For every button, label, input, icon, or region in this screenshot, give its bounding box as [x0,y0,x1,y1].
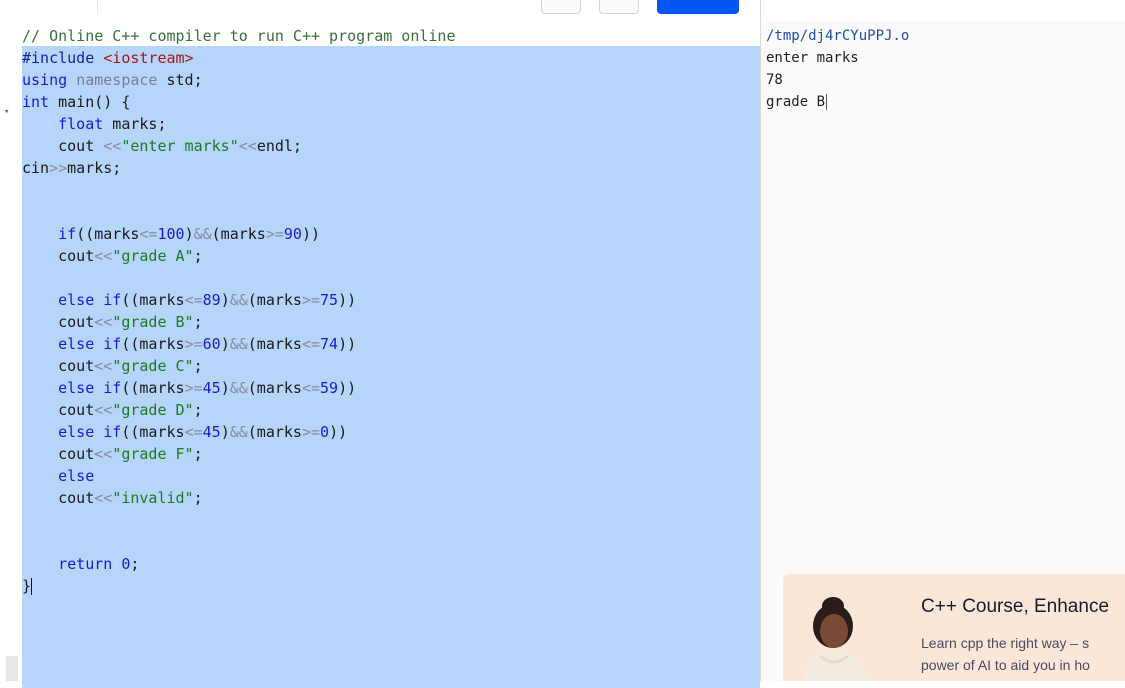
output-line: enter marks [766,50,859,66]
output-lines: /tmp/dj4rCYuPPJ.o enter marks 78 grade B [766,25,909,113]
code-line[interactable]: cout<<"grade B"; [22,311,455,333]
code-line[interactable]: cout<<"grade A"; [22,245,455,267]
output-file-path: /tmp/dj4rCYuPPJ.o [766,28,910,44]
output-line: 78 [766,72,783,88]
code-line[interactable]: cout<<"grade D"; [22,399,455,421]
code-line[interactable] [22,179,455,201]
code-line[interactable]: else if((marks>=45)&&(marks<=59)) [22,377,455,399]
code-line[interactable]: cin>>marks; [22,157,455,179]
code-line[interactable]: } [22,575,455,597]
course-ad-card[interactable]: C++ Course, Enhance Learn cpp the right … [783,574,1125,681]
code-line[interactable] [22,201,455,223]
run-button[interactable] [657,0,739,14]
code-lines[interactable]: // Online C++ compiler to run C++ progra… [22,25,455,597]
code-line[interactable]: else if((marks<=89)&&(marks>=75)) [22,289,455,311]
editor-gutter: ▾ [0,20,22,681]
ad-text-line: power of AI to aid you in ho [921,657,1090,673]
code-line[interactable]: return 0; [22,553,455,575]
code-line[interactable]: using namespace std; [22,69,455,91]
ad-description: Learn cpp the right way – s power of AI … [921,632,1090,676]
toolbar-button[interactable] [599,0,639,14]
code-line[interactable]: else [22,465,455,487]
code-line[interactable]: cout<<"grade F"; [22,443,455,465]
ad-title[interactable]: C++ Course, Enhance [921,596,1109,618]
code-line[interactable] [22,509,455,531]
code-line[interactable]: else if((marks>=60)&&(marks<=74)) [22,333,455,355]
code-line[interactable]: if((marks<=100)&&(marks>=90)) [22,223,455,245]
fold-arrow-icon[interactable]: ▾ [4,107,9,117]
output-line: grade B [766,94,828,110]
code-line[interactable]: else if((marks<=45)&&(marks>=0)) [22,421,455,443]
code-line[interactable]: float marks; [22,113,455,135]
code-line[interactable]: // Online C++ compiler to run C++ progra… [22,25,455,47]
text-cursor [31,578,33,595]
code-line[interactable]: int main() { [22,91,455,113]
ad-text-line: Learn cpp the right way – s [921,635,1090,651]
toolbar-button[interactable] [541,0,581,14]
code-line[interactable]: cout <<"enter marks"<<endl; [22,135,455,157]
code-line[interactable] [22,531,455,553]
instructor-avatar [803,597,867,681]
active-line-gutter-marker [6,656,18,681]
code-line[interactable]: cout<<"grade C"; [22,355,455,377]
code-line[interactable] [22,267,455,289]
output-cursor [826,94,828,110]
toolbar [0,0,1125,14]
code-line[interactable]: #include <iostream> [22,47,455,69]
code-editor[interactable]: ▾ // Online C++ compiler to run C++ prog… [0,20,760,688]
code-line[interactable]: cout<<"invalid"; [22,487,455,509]
